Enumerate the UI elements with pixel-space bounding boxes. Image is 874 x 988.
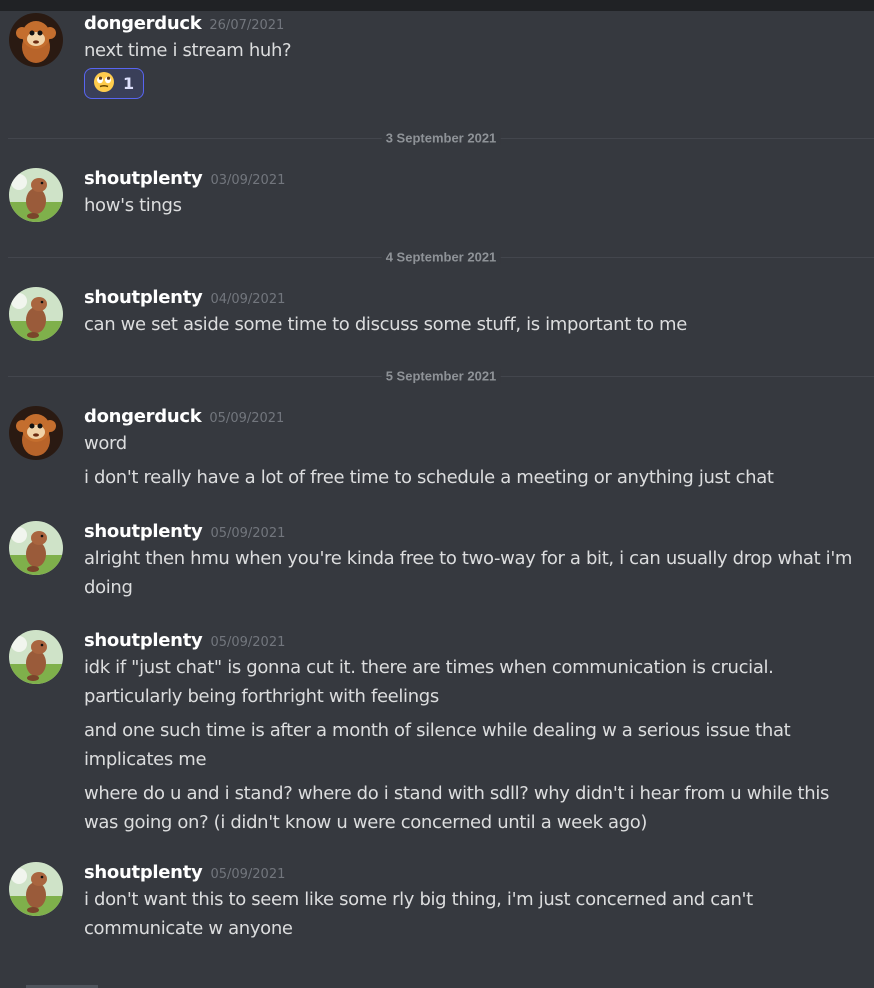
date-divider: 3 September 2021 (8, 130, 874, 146)
date-divider-label: 5 September 2021 (381, 368, 501, 384)
message-header: shoutplenty 03/09/2021 (84, 167, 868, 191)
message-group: shoutplenty 05/09/2021 idk if "just chat"… (0, 629, 874, 837)
message-header: shoutplenty 05/09/2021 (84, 861, 868, 885)
message-text: i don't want this to seem like some rly … (84, 889, 753, 939)
message-header: shoutplenty 05/09/2021 (84, 520, 868, 544)
date-divider-label: 4 September 2021 (381, 249, 501, 265)
username[interactable]: shoutplenty (84, 862, 203, 883)
reaction-button[interactable]: 1 (84, 68, 145, 99)
timestamp: 05/09/2021 (210, 867, 286, 882)
timestamp: 26/07/2021 (209, 18, 285, 33)
dinosaur-avatar[interactable] (9, 521, 63, 575)
rolling-eyes-emoji-icon (93, 71, 115, 97)
username[interactable]: shoutplenty (84, 521, 203, 542)
message-header: dongerduck 26/07/2021 (84, 12, 868, 36)
timestamp: 05/09/2021 (210, 526, 286, 541)
monkey-avatar[interactable] (9, 13, 63, 67)
message-text: i don't really have a lot of free time t… (84, 467, 774, 488)
timestamp: 04/09/2021 (210, 292, 286, 307)
username[interactable]: dongerduck (84, 406, 202, 427)
date-divider: 4 September 2021 (8, 249, 874, 265)
username[interactable]: dongerduck (84, 13, 202, 34)
reaction-count: 1 (123, 74, 135, 93)
message-text: can we set aside some time to discuss so… (84, 314, 687, 335)
message-text: where do u and i stand? where do i stand… (84, 783, 829, 833)
message-group: dongerduck 26/07/2021 next time i stream … (0, 12, 874, 99)
date-divider: 5 September 2021 (8, 368, 874, 384)
message-header: shoutplenty 05/09/2021 (84, 629, 868, 653)
date-divider-label: 3 September 2021 (381, 130, 501, 146)
timestamp: 03/09/2021 (210, 173, 286, 188)
channel-header-edge (0, 0, 874, 11)
dinosaur-avatar[interactable] (9, 630, 63, 684)
dinosaur-avatar[interactable] (9, 287, 63, 341)
timestamp: 05/09/2021 (210, 635, 286, 650)
dinosaur-avatar[interactable] (9, 168, 63, 222)
message-text: next time i stream huh? (84, 40, 292, 61)
message-group: shoutplenty 05/09/2021 i don't want this … (0, 861, 874, 943)
username[interactable]: shoutplenty (84, 168, 203, 189)
message-group: shoutplenty 05/09/2021 alright then hmu w… (0, 520, 874, 602)
username[interactable]: shoutplenty (84, 630, 203, 651)
message-group: dongerduck 05/09/2021 word i don't really… (0, 405, 874, 492)
message-header: shoutplenty 04/09/2021 (84, 286, 868, 310)
message-text: word (84, 433, 127, 454)
message-header: dongerduck 05/09/2021 (84, 405, 868, 429)
message-text: and one such time is after a month of si… (84, 720, 791, 770)
message-list: dongerduck 26/07/2021 next time i stream … (0, 11, 874, 943)
message-group: shoutplenty 03/09/2021 how's tings (0, 167, 874, 222)
message-text: idk if "just chat" is gonna cut it. ther… (84, 657, 774, 707)
monkey-avatar[interactable] (9, 406, 63, 460)
username[interactable]: shoutplenty (84, 287, 203, 308)
message-text: how's tings (84, 195, 182, 216)
dinosaur-avatar[interactable] (9, 862, 63, 916)
timestamp: 05/09/2021 (209, 411, 285, 426)
message-text: alright then hmu when you're kinda free … (84, 548, 853, 598)
message-group: shoutplenty 04/09/2021 can we set aside s… (0, 286, 874, 341)
